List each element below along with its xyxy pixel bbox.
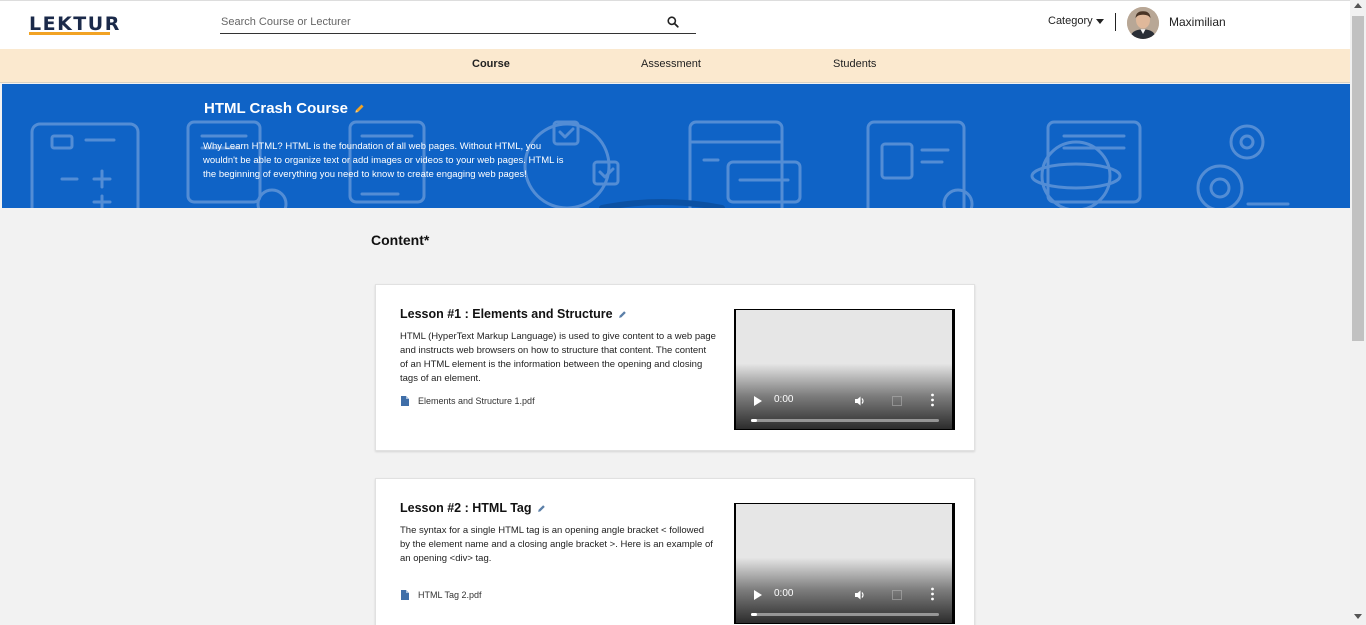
- tab-course[interactable]: Course: [472, 58, 510, 70]
- tab-assessment[interactable]: Assessment: [641, 58, 701, 70]
- video-progress: [751, 419, 757, 422]
- category-dropdown[interactable]: Category: [1048, 15, 1104, 27]
- volume-icon[interactable]: [854, 395, 866, 407]
- lesson-description: The syntax for a single HTML tag is an o…: [400, 525, 713, 564]
- course-hero-banner: HTML Crash Course Why Learn HTML? HTML i…: [2, 84, 1350, 208]
- scroll-up-arrow-icon[interactable]: [1354, 3, 1362, 8]
- lesson-video-player[interactable]: 0:00: [734, 503, 955, 624]
- edit-pencil-icon[interactable]: [618, 310, 627, 319]
- top-navbar: LEKTUR Category Maximilian: [0, 0, 1350, 49]
- header-divider: [1115, 13, 1116, 31]
- attachment-filename: Elements and Structure 1.pdf: [418, 396, 535, 406]
- more-vert-icon[interactable]: [931, 393, 934, 407]
- scrollbar-thumb[interactable]: [1352, 16, 1364, 341]
- lesson-description: HTML (HyperText Markup Language) is used…: [400, 331, 716, 384]
- lesson-attachment[interactable]: Elements and Structure 1.pdf: [401, 396, 535, 406]
- content-heading: Content*: [371, 232, 430, 248]
- scroll-down-arrow-icon[interactable]: [1354, 614, 1362, 619]
- video-time: 0:00: [774, 588, 794, 599]
- video-seekbar[interactable]: [751, 419, 939, 422]
- file-icon: [401, 590, 409, 600]
- course-tabs: Course Assessment Students: [0, 49, 1350, 83]
- video-controls: 0:00: [736, 389, 952, 429]
- course-title-text: HTML Crash Course: [204, 100, 348, 117]
- lesson-video-player[interactable]: 0:00: [734, 309, 955, 430]
- course-description: Why Learn HTML? HTML is the foundation o…: [203, 141, 564, 180]
- play-icon[interactable]: [754, 590, 762, 600]
- volume-icon[interactable]: [854, 589, 866, 601]
- fullscreen-icon[interactable]: [892, 590, 902, 600]
- lesson-title: Lesson #2 : HTML Tag: [400, 501, 546, 515]
- video-seekbar[interactable]: [751, 613, 939, 616]
- avatar[interactable]: [1127, 7, 1159, 39]
- category-label: Category: [1048, 15, 1093, 27]
- video-time: 0:00: [774, 394, 794, 405]
- avatar-photo: [1127, 7, 1159, 39]
- play-icon[interactable]: [754, 396, 762, 406]
- username[interactable]: Maximilian: [1169, 15, 1226, 29]
- course-title: HTML Crash Course: [204, 100, 365, 117]
- lesson-title-text: Lesson #1 : Elements and Structure: [400, 307, 613, 321]
- more-vert-icon[interactable]: [931, 587, 934, 601]
- edit-pencil-icon[interactable]: [354, 103, 365, 114]
- file-icon: [401, 396, 409, 406]
- search-icon[interactable]: [666, 15, 680, 29]
- lesson-card: Lesson #1 : Elements and Structure HTML …: [375, 284, 975, 451]
- tab-students[interactable]: Students: [833, 58, 876, 70]
- lesson-title-text: Lesson #2 : HTML Tag: [400, 501, 532, 515]
- caret-down-icon: [1095, 18, 1104, 24]
- edit-pencil-icon[interactable]: [537, 504, 546, 513]
- lesson-title: Lesson #1 : Elements and Structure: [400, 307, 627, 321]
- logo-underline: [29, 32, 110, 35]
- page-scrollbar[interactable]: [1350, 0, 1366, 625]
- fullscreen-icon[interactable]: [892, 396, 902, 406]
- video-progress: [751, 613, 757, 616]
- lesson-attachment[interactable]: HTML Tag 2.pdf: [401, 590, 482, 600]
- search-input[interactable]: [221, 13, 651, 31]
- attachment-filename: HTML Tag 2.pdf: [418, 590, 482, 600]
- search-bar: [220, 13, 696, 34]
- lesson-card: Lesson #2 : HTML Tag The syntax for a si…: [375, 478, 975, 625]
- video-controls: 0:00: [736, 583, 952, 623]
